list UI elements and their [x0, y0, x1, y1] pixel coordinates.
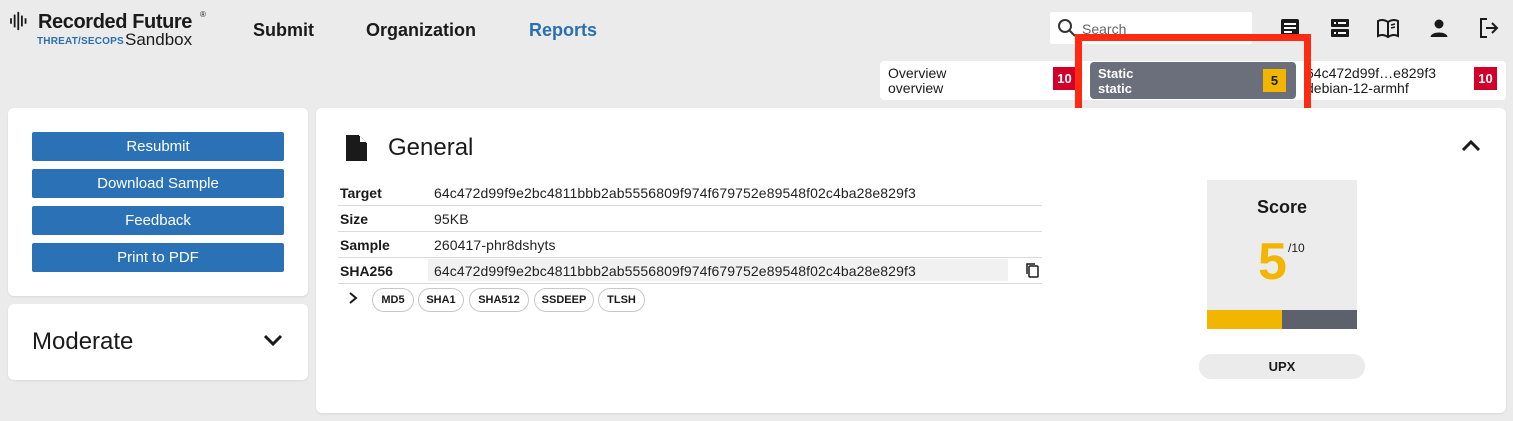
score-max: /10	[1288, 241, 1305, 255]
hash-pill-md5[interactable]: MD5	[372, 288, 414, 312]
verdict-panel[interactable]: Moderate	[8, 304, 308, 380]
row-key: Sample	[340, 237, 390, 253]
hash-pill-tlsh[interactable]: TLSH	[598, 288, 645, 312]
score-bar	[1207, 310, 1357, 329]
download-sample-button[interactable]: Download Sample	[32, 169, 284, 198]
row-value: 260417-phr8dshyts	[434, 237, 556, 253]
copy-icon[interactable]	[1024, 262, 1040, 278]
tab-task[interactable]: 64c472d99f…e829f3 debian-12-armhf	[1306, 66, 1436, 105]
actions-panel: Resubmit Download Sample Feedback Print …	[8, 108, 308, 296]
tab-static[interactable]: Static static 5	[1090, 62, 1296, 99]
score-badge: 10	[1474, 67, 1497, 90]
servers-icon[interactable]	[1328, 16, 1352, 40]
logout-icon[interactable]	[1477, 16, 1501, 40]
print-to-pdf-button[interactable]: Print to PDF	[32, 243, 284, 272]
resubmit-button[interactable]: Resubmit	[32, 132, 284, 161]
nav-organization[interactable]: Organization	[366, 20, 476, 41]
score-label: Score	[1256, 197, 1308, 217]
info-row-target: Target 64c472d99f9e2bc4811bbb2ab5556809f…	[338, 180, 1042, 206]
info-row-sha256: SHA256 64c472d99f9e2bc4811bbb2ab5556809f…	[338, 258, 1042, 284]
row-value: 95KB	[434, 211, 469, 227]
tab-title: 64c472d99f…e829f3	[1306, 65, 1436, 81]
chevron-down-icon[interactable]	[262, 332, 284, 348]
tab-subtitle: overview	[888, 80, 944, 96]
hash-pill-sha1[interactable]: SHA1	[418, 288, 464, 312]
reports-icon[interactable]	[1278, 16, 1302, 40]
score-card: Score 5 /10	[1207, 180, 1357, 329]
row-key: Target	[340, 185, 382, 201]
verdict-label: Moderate	[32, 328, 134, 355]
general-panel: General Target 64c472d99f9e2bc4811bbb2ab…	[316, 108, 1506, 413]
tab-subtitle: debian-12-armhf	[1306, 80, 1409, 96]
score-badge: 10	[1053, 67, 1076, 90]
nav-reports[interactable]: Reports	[529, 20, 597, 41]
product-name: Sandbox	[125, 30, 193, 49]
brand-subtitle: THREAT/SECOPS	[37, 36, 124, 47]
brand-registered-mark: ®	[200, 10, 206, 19]
feedback-button[interactable]: Feedback	[32, 206, 284, 235]
tab-overview[interactable]: Overview overview	[888, 66, 946, 105]
row-key: Size	[340, 211, 369, 227]
file-icon	[346, 135, 367, 161]
chevron-up-icon[interactable]	[1460, 138, 1482, 154]
tab-subtitle: static	[1098, 81, 1132, 96]
score-value: 5	[1258, 233, 1287, 291]
row-value[interactable]: 64c472d99f9e2bc4811bbb2ab5556809f974f679…	[434, 263, 916, 279]
search-icon	[1058, 19, 1076, 37]
section-title: General	[388, 134, 474, 161]
tab-title: Static	[1098, 66, 1134, 81]
hash-pill-ssdeep[interactable]: SSDEEP	[534, 288, 594, 312]
logo-mark-icon	[10, 11, 27, 31]
tag-upx[interactable]: UPX	[1199, 354, 1365, 379]
docs-book-icon[interactable]	[1376, 16, 1400, 40]
score-badge: 5	[1263, 69, 1286, 92]
row-key: SHA256	[340, 263, 393, 279]
user-icon[interactable]	[1427, 16, 1451, 40]
nav-submit[interactable]: Submit	[253, 20, 314, 41]
tab-title: Overview	[888, 65, 947, 81]
row-value: 64c472d99f9e2bc4811bbb2ab5556809f974f679…	[434, 185, 916, 201]
info-row-size: Size 95KB	[338, 206, 1042, 232]
info-row-sample: Sample 260417-phr8dshyts	[338, 232, 1042, 258]
search-input[interactable]	[1082, 21, 1242, 37]
search-box[interactable]	[1050, 12, 1252, 44]
chevron-right-icon[interactable]	[346, 291, 360, 305]
hash-pill-sha512[interactable]: SHA512	[469, 288, 529, 312]
score-bar-fill	[1207, 310, 1282, 329]
brand-logo[interactable]: Recorded Future ® THREAT/SECOPS Sandbox	[8, 8, 223, 50]
